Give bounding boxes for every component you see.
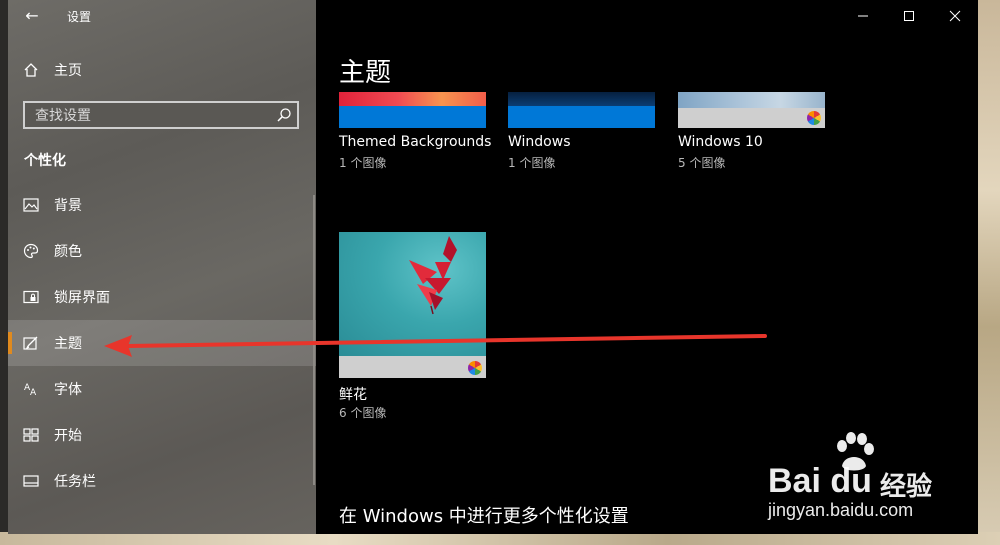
search-input[interactable]	[33, 105, 267, 127]
window-controls	[840, 0, 978, 32]
theme-thumbnail	[508, 92, 655, 128]
font-icon: AA	[22, 380, 40, 398]
page-title: 主题	[339, 58, 392, 88]
sidebar-item-fonts[interactable]: AA 字体	[8, 366, 316, 412]
color-wheel-icon	[807, 111, 821, 125]
active-indicator	[8, 332, 12, 354]
search-icon[interactable]	[275, 106, 293, 124]
theme-thumbnail	[678, 92, 825, 128]
start-tiles-icon	[22, 426, 40, 444]
theme-tile[interactable]: Windows 10 5 个图像	[678, 92, 825, 172]
sidebar-item-taskbar[interactable]: 任务栏	[8, 458, 316, 504]
back-arrow-icon: ←	[25, 6, 39, 25]
theme-tile[interactable]: Themed Backgrounds 1 个图像	[339, 92, 491, 172]
watermark-url: jingyan.baidu.com	[768, 500, 914, 520]
sidebar-item-label: 颜色	[54, 244, 82, 260]
theme-image-count: 6 个图像	[339, 406, 387, 420]
sidebar-item-lock-screen[interactable]: 锁屏界面	[8, 274, 316, 320]
theme-image-count: 1 个图像	[508, 156, 556, 170]
color-wheel-icon	[468, 361, 482, 375]
palette-icon	[22, 242, 40, 260]
theme-image-count: 5 个图像	[678, 156, 726, 170]
theme-name: Windows 10	[678, 134, 763, 150]
taskbar-icon	[22, 472, 40, 490]
sidebar-scrollbar[interactable]	[313, 195, 315, 485]
theme-tile[interactable]: 鲜花 6 个图像	[339, 232, 486, 422]
minimize-button[interactable]	[840, 0, 886, 32]
theme-image-count: 1 个图像	[339, 156, 387, 170]
minimize-icon	[858, 15, 868, 17]
lock-screen-icon	[22, 288, 40, 306]
sidebar-item-start[interactable]: 开始	[8, 412, 316, 458]
theme-brush-icon	[22, 334, 40, 352]
desktop-background-right	[978, 0, 1000, 545]
sidebar-item-themes[interactable]: 主题	[8, 320, 316, 366]
maximize-icon	[904, 11, 914, 21]
sidebar-item-label: 字体	[54, 382, 82, 398]
search-box[interactable]	[23, 101, 299, 129]
sidebar-item-label: 背景	[54, 198, 82, 214]
close-icon	[949, 10, 961, 22]
flower-image	[409, 236, 457, 315]
baidu-watermark: Bai du 经验 jingyan.baidu.com	[760, 428, 960, 528]
watermark-cn: 经验	[880, 472, 933, 502]
sidebar: ← 设置 主页 个性化 背景 颜色	[8, 0, 316, 534]
maximize-button[interactable]	[886, 0, 932, 32]
sidebar-item-label: 主题	[54, 336, 82, 352]
sidebar-item-label: 锁屏界面	[54, 290, 110, 306]
home-icon	[22, 61, 40, 79]
section-title: 个性化	[24, 153, 66, 169]
more-personalization-link[interactable]: 在 Windows 中进行更多个性化设置	[339, 502, 629, 528]
svg-text:A: A	[30, 388, 37, 397]
sidebar-item-background[interactable]: 背景	[8, 182, 316, 228]
back-button[interactable]: ←	[18, 4, 46, 28]
theme-name: Windows	[508, 134, 571, 150]
close-button[interactable]	[932, 0, 978, 32]
sidebar-item-label: 任务栏	[54, 474, 96, 490]
sidebar-item-label: 开始	[54, 428, 82, 444]
theme-name: 鲜花	[339, 387, 367, 403]
app-title: 设置	[67, 10, 92, 24]
title-bar: ← 设置	[8, 0, 316, 32]
sidebar-item-colors[interactable]: 颜色	[8, 228, 316, 274]
theme-name: Themed Backgrounds	[339, 134, 492, 150]
watermark-logo: Bai du	[768, 462, 872, 500]
picture-icon	[22, 196, 40, 214]
home-label: 主页	[54, 63, 82, 79]
theme-tile[interactable]: Windows 1 个图像	[508, 92, 655, 172]
theme-thumbnail	[339, 92, 486, 128]
home-link[interactable]: 主页	[22, 58, 82, 82]
theme-thumbnail	[339, 232, 486, 378]
